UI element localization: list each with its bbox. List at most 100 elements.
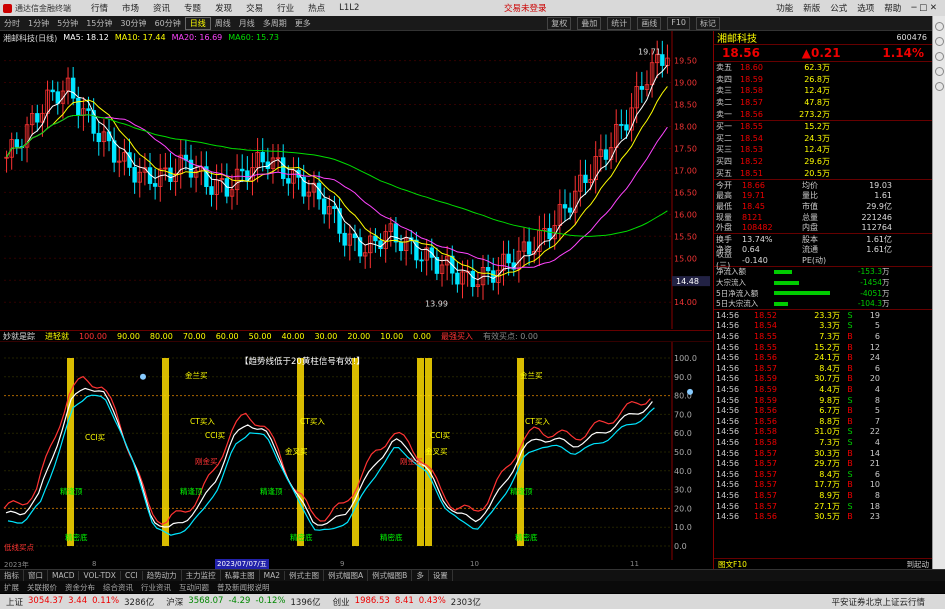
ext-expand[interactable]: 扩展 — [0, 582, 23, 593]
ext-capital[interactable]: 资金分布 — [61, 582, 99, 593]
side-tool-icon[interactable] — [934, 67, 944, 76]
candle-body — [260, 151, 265, 163]
bid-row[interactable]: 买四 18.52 29.6万 — [714, 156, 932, 168]
tab-settings[interactable]: 设置 — [429, 570, 453, 581]
menu-l1l2[interactable]: L1L2 — [332, 3, 366, 13]
bid-row[interactable]: 买五 18.51 20.5万 — [714, 167, 932, 179]
indicator-v6: 40.00 — [281, 331, 305, 341]
tab-main-monitor[interactable]: 主力监控 — [182, 570, 221, 581]
menu-options[interactable]: 选项 — [857, 2, 874, 14]
login-notice[interactable]: 交易未登录 — [504, 2, 547, 14]
ext-help[interactable]: 普及新闻报说明 — [213, 582, 274, 593]
footer-right[interactable]: 到起动 — [907, 559, 930, 570]
kline-chart[interactable]: 19.50 19.00 18.50 18.00 17.50 17.00 16.50 16.00… — [0, 31, 712, 329]
stats-button[interactable]: 统计 — [607, 16, 632, 30]
overlay-button[interactable]: 叠加 — [577, 16, 602, 30]
period-more[interactable]: 更多 — [291, 18, 315, 29]
menu-industry[interactable]: 行业 — [270, 2, 301, 14]
candle-body — [414, 239, 419, 261]
ask-row[interactable]: 卖五 18.60 62.3万 — [714, 62, 932, 74]
flow-value: -153.3 — [857, 267, 882, 277]
tab-macd[interactable]: MACD — [48, 571, 80, 580]
menu-help[interactable]: 帮助 — [884, 2, 901, 14]
tab-indicator[interactable]: 指标 — [0, 570, 24, 581]
index-sz[interactable]: 沪深 3568.07 -4.29 -0.12% 1396亿 — [160, 596, 326, 608]
f10-link[interactable]: 图文F10 — [718, 559, 747, 570]
menu-hot[interactable]: 热点 — [301, 2, 332, 14]
ask-row[interactable]: 卖二 18.57 47.8万 — [714, 97, 932, 109]
tab-vol[interactable]: VOL-TDX — [79, 571, 121, 580]
period-multi[interactable]: 多周期 — [259, 18, 291, 29]
indicator-name[interactable]: 妙就是踪 — [3, 331, 35, 342]
side-tool-icon[interactable] — [934, 37, 944, 46]
index-cy[interactable]: 创业 1986.53 8.41 0.43% 2303亿 — [327, 596, 487, 608]
candle-body — [132, 167, 137, 183]
menu-new[interactable]: 新版 — [803, 2, 820, 14]
indicator-chart[interactable]: 100.0 90.0 80.0 70.0 60.0 50.0 40.0 30.0 20.0 10.… — [0, 342, 712, 560]
ask-row[interactable]: 卖四 18.59 26.8万 — [714, 74, 932, 86]
tab-sub-b[interactable]: 例式幅图B — [368, 570, 413, 581]
tab-sub-a[interactable]: 例式幅图A — [324, 570, 369, 581]
period-monthly[interactable]: 月线 — [235, 18, 259, 29]
ext-related[interactable]: 关联报价 — [23, 582, 61, 593]
candle-body — [567, 207, 573, 213]
tab-trend[interactable]: 趋势动力 — [143, 570, 182, 581]
period-30min[interactable]: 30分钟 — [116, 18, 150, 29]
period-intraday[interactable]: 分时 — [0, 18, 24, 29]
tab-private[interactable]: 私募主图 — [221, 570, 260, 581]
adjust-button[interactable]: 复权 — [547, 16, 572, 30]
tab-ma2[interactable]: MA2 — [260, 571, 286, 580]
side-tool-icon[interactable] — [934, 82, 944, 91]
period-1min[interactable]: 1分钟 — [24, 18, 53, 29]
menu-formula[interactable]: 公式 — [830, 2, 847, 14]
draw-button[interactable]: 画线 — [637, 16, 662, 30]
tick-row: 14:56 18.57 27.1万 S 18 — [714, 501, 932, 512]
tab-cci[interactable]: CCI — [121, 571, 143, 580]
mark-button[interactable]: 标记 — [696, 16, 720, 30]
menu-discover[interactable]: 发现 — [208, 2, 239, 14]
ext-industry[interactable]: 行业资讯 — [137, 582, 175, 593]
ext-news[interactable]: 综合资讯 — [99, 582, 137, 593]
menu-market[interactable]: 市场 — [115, 2, 146, 14]
ask-row[interactable]: 卖一 18.56 273.2万 — [714, 108, 932, 120]
indicator-tick-label: 70.0 — [674, 410, 692, 419]
candle-body — [491, 270, 496, 283]
indicator-extra: 最强买入 — [440, 331, 473, 341]
tick-time: 14:56 — [716, 459, 740, 469]
tab-more[interactable]: 多 — [412, 570, 429, 581]
indicator-tick-label: 40.0 — [674, 467, 692, 476]
tick-time: 14:56 — [716, 490, 740, 500]
f10-button[interactable]: F10 — [667, 16, 690, 30]
ext-qa[interactable]: 互动问题 — [175, 582, 213, 593]
window-controls-icon[interactable]: ─ □ ✕ — [911, 3, 937, 13]
bid-row[interactable]: 买一 18.55 15.2万 — [714, 121, 932, 133]
ask-row[interactable]: 卖三 18.58 12.4万 — [714, 85, 932, 97]
menu-quotes[interactable]: 行情 — [84, 2, 115, 14]
menu-topics[interactable]: 专题 — [177, 2, 208, 14]
bid-row[interactable]: 买二 18.54 24.3万 — [714, 133, 932, 145]
period-5min[interactable]: 5分钟 — [53, 18, 82, 29]
tick-price: 18.57 — [754, 469, 777, 479]
chart-tools: 复权 叠加 统计 画线 F10 标记 — [547, 16, 720, 30]
tab-window[interactable]: 窗口 — [24, 570, 48, 581]
ask-price: 18.56 — [740, 109, 763, 119]
side-tool-icon[interactable] — [934, 22, 944, 31]
period-weekly[interactable]: 周线 — [211, 18, 235, 29]
tab-main-demo[interactable]: 例式主图 — [285, 570, 325, 581]
menu-news[interactable]: 资讯 — [146, 2, 177, 14]
period-daily[interactable]: 日线 — [184, 16, 211, 30]
tick-volume: 31.0万 — [814, 427, 840, 437]
bid-row[interactable]: 买三 18.53 12.4万 — [714, 144, 932, 156]
indicator-tick-label: 90.0 — [674, 373, 692, 382]
candle-body — [70, 77, 76, 99]
menu-trade[interactable]: 交易 — [239, 2, 270, 14]
candle-body — [50, 89, 55, 93]
stat-key: 最低 — [716, 201, 732, 211]
period-60min[interactable]: 60分钟 — [151, 18, 185, 29]
kline-svg[interactable]: 19.50 19.00 18.50 18.00 17.50 17.00 16.50 16.00… — [0, 31, 712, 329]
indicator-svg[interactable]: 100.090.080.070.060.050.040.030.020.010.… — [0, 342, 712, 560]
index-sh[interactable]: 上证 3054.37 3.44 0.11% 3286亿 — [0, 596, 160, 608]
period-15min[interactable]: 15分钟 — [82, 18, 116, 29]
menu-function[interactable]: 功能 — [776, 2, 793, 14]
side-tool-icon[interactable] — [934, 52, 944, 61]
